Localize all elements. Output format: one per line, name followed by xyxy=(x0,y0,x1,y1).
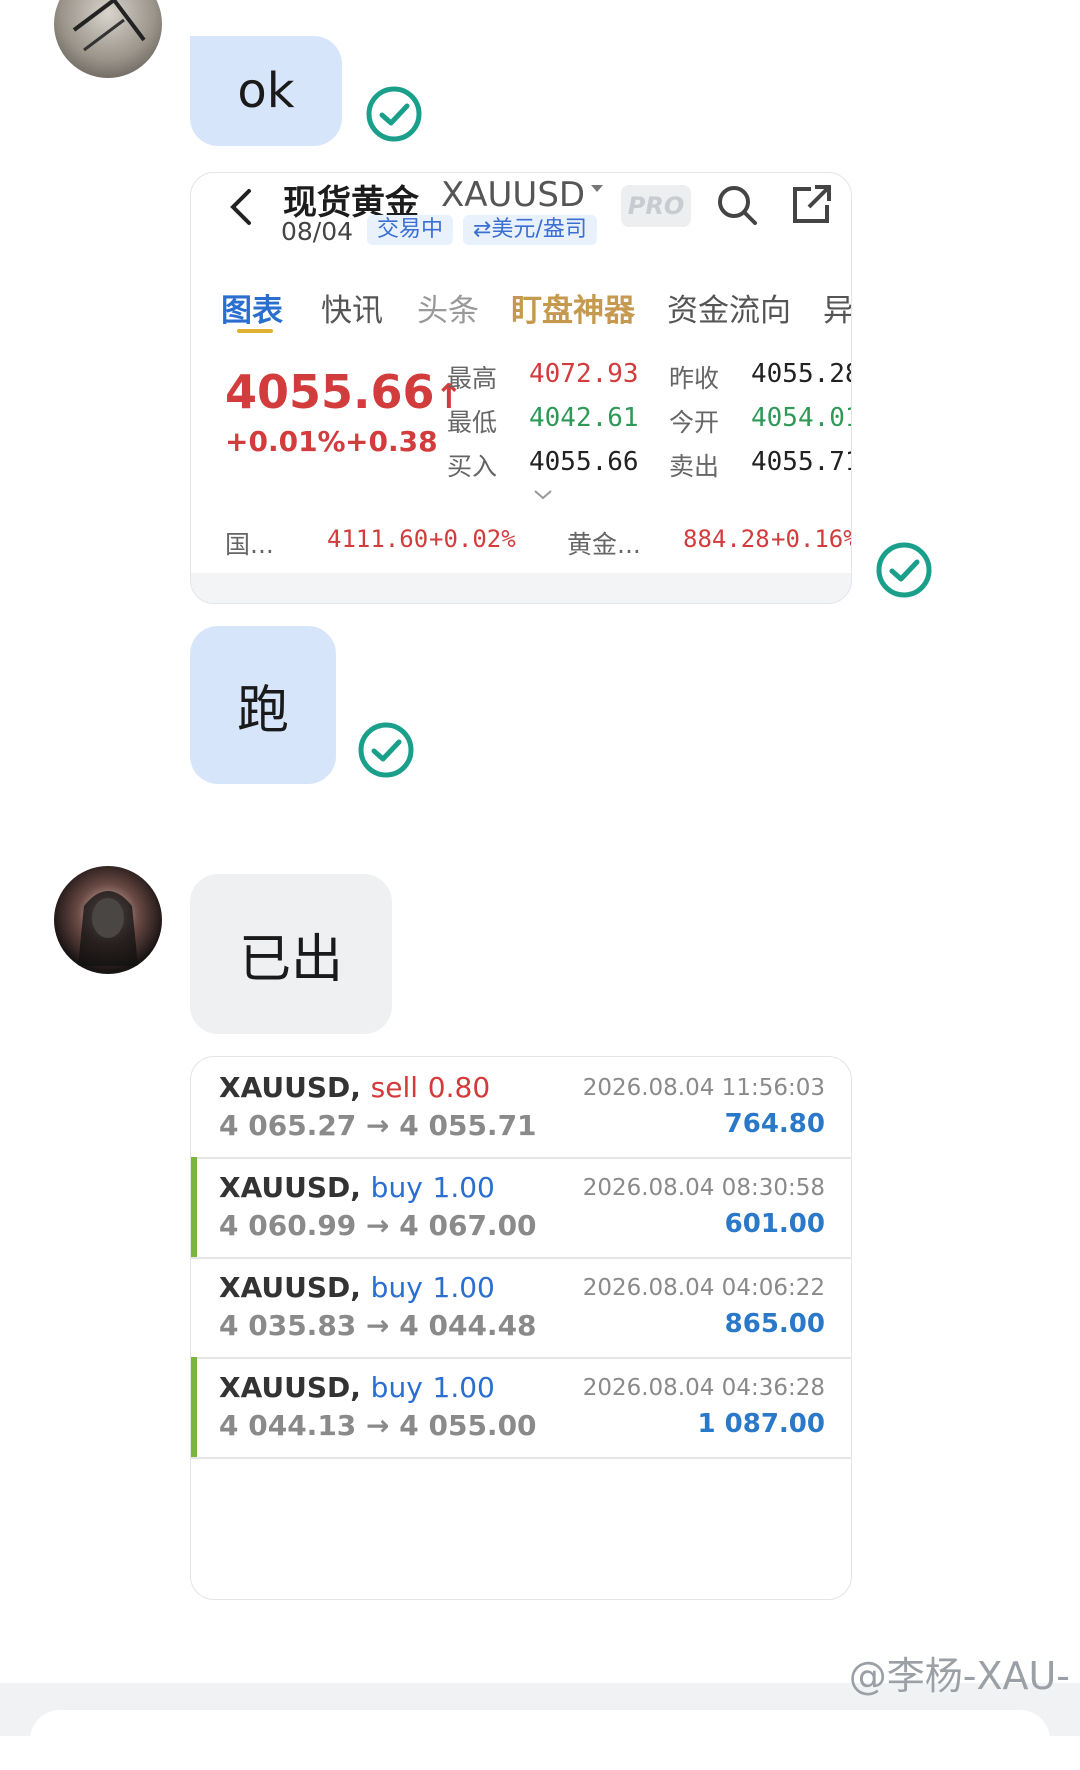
trade-prices: 4 035.83 → 4 044.48 xyxy=(219,1309,537,1342)
trade-side: buy xyxy=(370,1371,423,1404)
close-price: 4 055.71 xyxy=(399,1109,537,1142)
highlight-bar xyxy=(191,1157,197,1257)
trade-row[interactable]: XAUUSD, sell 0.80 4 065.27 → 4 055.71 20… xyxy=(191,1057,851,1159)
read-check-icon xyxy=(366,86,422,142)
message-text: ok xyxy=(237,63,295,119)
highlight-bar xyxy=(191,1357,197,1457)
open-value: 4054.01 xyxy=(751,403,852,433)
message-text: 跑 xyxy=(236,680,289,741)
last-price-value: 4055.66 xyxy=(225,365,435,419)
message-bubble-ok[interactable]: ok xyxy=(190,36,342,146)
share-external-icon[interactable] xyxy=(787,181,835,229)
trade-time: 2026.08.04 11:56:03 xyxy=(582,1075,825,1101)
trade-profit: 601.00 xyxy=(724,1209,825,1239)
pct-change: +0.01% xyxy=(225,425,346,458)
low-label: 最低 xyxy=(447,408,498,437)
close-price: 4 044.48 xyxy=(399,1309,537,1342)
read-check-icon xyxy=(358,722,414,778)
trade-symbol: XAUUSD, buy 1.00 xyxy=(219,1371,495,1404)
trade-lots: 0.80 xyxy=(427,1071,491,1104)
trading-status-tag: 交易中 xyxy=(367,215,454,245)
trade-lots: 1.00 xyxy=(432,1271,495,1304)
trade-side: buy xyxy=(370,1271,423,1304)
stock-quote-card[interactable]: 现货黄金 XAUUSD PRO 08/04 交易中 ⇄美元/盎司 图表 快讯 头… xyxy=(190,172,852,604)
last-price: 4055.66↑ xyxy=(225,365,463,419)
trade-row[interactable]: XAUUSD, buy 1.00 4 035.83 → 4 044.48 202… xyxy=(191,1257,851,1359)
ask-value: 4055.71 xyxy=(751,447,852,477)
open-label: 今开 xyxy=(669,408,720,437)
open-price: 4 044.13 xyxy=(219,1409,357,1442)
back-arrow-icon[interactable] xyxy=(223,183,259,231)
symbol-text: XAUUSD, xyxy=(219,1371,361,1404)
chevron-down-icon[interactable] xyxy=(587,179,607,199)
prev-close-label: 昨收 xyxy=(669,364,720,393)
trade-profit: 865.00 xyxy=(724,1309,825,1339)
trade-profit: 1 087.00 xyxy=(697,1409,825,1439)
prev-close-value: 4055.28 xyxy=(751,359,852,389)
open-price: 4 065.27 xyxy=(219,1109,357,1142)
tab-more[interactable]: 异 xyxy=(823,285,851,330)
trade-symbol: XAUUSD, buy 1.00 xyxy=(219,1271,495,1304)
active-tab-indicator xyxy=(237,329,273,333)
avatar-contact[interactable] xyxy=(54,866,162,974)
related-change-2: +0.16% xyxy=(771,525,852,553)
close-price: 4 055.00 xyxy=(399,1409,537,1442)
tab-chart[interactable]: 图表 xyxy=(221,285,283,330)
bid-value: 4055.66 xyxy=(529,447,639,477)
expand-chevron-icon[interactable] xyxy=(531,487,555,503)
trade-row[interactable]: XAUUSD, buy 1.00 4 044.13 → 4 055.00 202… xyxy=(191,1357,851,1459)
avatar-sketch-icon xyxy=(72,0,146,52)
related-change-1: +0.02% xyxy=(429,525,516,553)
trade-symbol: XAUUSD, buy 1.00 xyxy=(219,1171,495,1204)
trade-time: 2026.08.04 04:06:22 xyxy=(582,1275,825,1301)
trade-row[interactable]: XAUUSD, buy 1.00 4 060.99 → 4 067.00 202… xyxy=(191,1157,851,1259)
avatar-self[interactable] xyxy=(54,0,162,78)
tab-flash[interactable]: 快讯 xyxy=(321,285,383,330)
trade-prices: 4 060.99 → 4 067.00 xyxy=(219,1209,537,1242)
trade-side: sell xyxy=(370,1071,419,1104)
trade-lots: 1.00 xyxy=(432,1171,495,1204)
high-label: 最高 xyxy=(447,364,498,393)
related-value-1: 4111.60 xyxy=(327,525,429,553)
message-input[interactable] xyxy=(30,1710,1050,1770)
low-value: 4042.61 xyxy=(529,403,639,433)
instrument-code: XAUUSD xyxy=(441,175,586,215)
tab-capital-flow[interactable]: 资金流向 xyxy=(667,285,791,330)
trade-time: 2026.08.04 04:36:28 xyxy=(582,1375,825,1401)
read-check-icon xyxy=(876,542,932,598)
symbol-text: XAUUSD, xyxy=(219,1071,361,1104)
tab-monitor[interactable]: 盯盘神器 xyxy=(511,285,635,330)
abs-change: +0.38 xyxy=(345,425,438,458)
trade-prices: 4 044.13 → 4 055.00 xyxy=(219,1409,537,1442)
trade-history-card[interactable]: XAUUSD, sell 0.80 4 065.27 → 4 055.71 20… xyxy=(190,1056,852,1600)
symbol-text: XAUUSD, xyxy=(219,1171,361,1204)
avatar-portrait-icon xyxy=(78,891,138,966)
watermark: @李杨-XAU- xyxy=(848,1654,1070,1698)
related-value-2: 884.28 xyxy=(683,525,770,553)
trade-lots: 1.00 xyxy=(432,1371,495,1404)
pro-badge[interactable]: PRO xyxy=(621,185,691,227)
ask-label: 卖出 xyxy=(669,452,720,481)
trade-side: buy xyxy=(370,1171,423,1204)
open-price: 4 060.99 xyxy=(219,1209,357,1242)
trade-time: 2026.08.04 08:30:58 xyxy=(582,1175,825,1201)
card-bottom-strip xyxy=(191,573,851,603)
trade-profit: 764.80 xyxy=(724,1109,825,1139)
search-icon[interactable] xyxy=(713,181,761,229)
message-bubble-closed[interactable]: 已出 xyxy=(190,874,392,1034)
tab-headlines[interactable]: 头条 xyxy=(417,285,479,330)
related-name-1[interactable]: 国... xyxy=(225,525,274,561)
message-text: 已出 xyxy=(238,929,343,990)
trade-prices: 4 065.27 → 4 055.71 xyxy=(219,1109,537,1142)
close-price: 4 067.00 xyxy=(399,1209,537,1242)
currency-unit-tag[interactable]: ⇄美元/盎司 xyxy=(463,215,597,245)
quote-date: 08/04 xyxy=(281,217,354,246)
trade-symbol: XAUUSD, sell 0.80 xyxy=(219,1071,490,1104)
bid-label: 买入 xyxy=(447,452,498,481)
high-value: 4072.93 xyxy=(529,359,639,389)
related-name-2[interactable]: 黄金... xyxy=(567,525,641,561)
open-price: 4 035.83 xyxy=(219,1309,357,1342)
message-bubble-run[interactable]: 跑 xyxy=(190,626,336,784)
symbol-text: XAUUSD, xyxy=(219,1271,361,1304)
